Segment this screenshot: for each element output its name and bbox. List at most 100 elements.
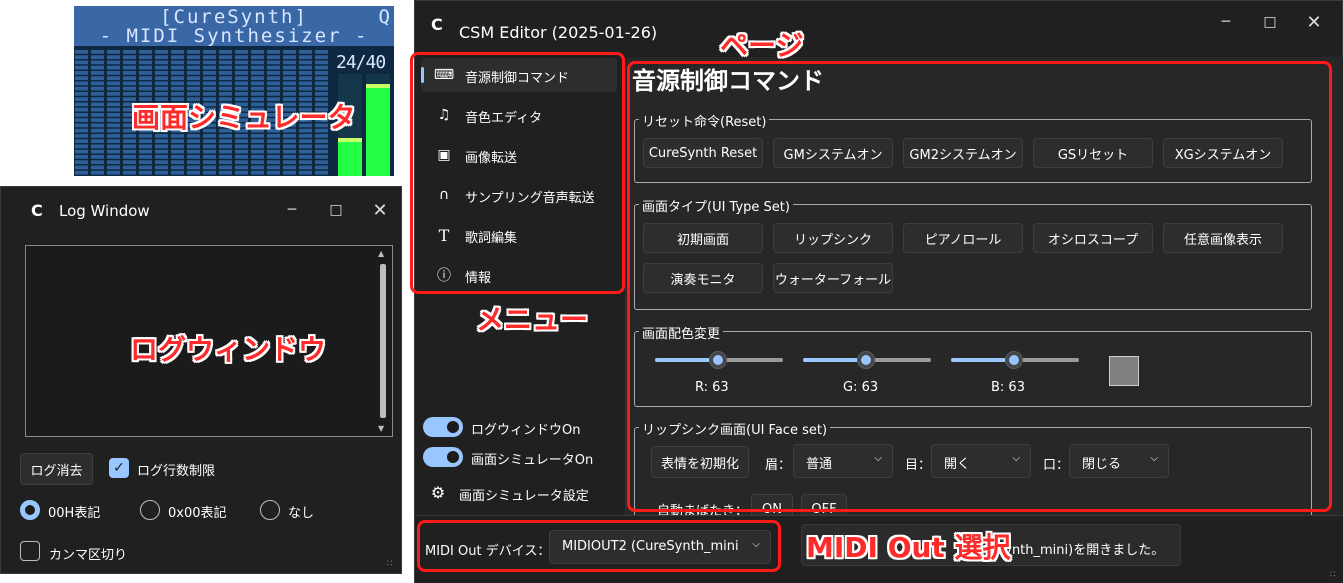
simulator-toggle[interactable] — [423, 447, 463, 467]
minimize-icon[interactable]: ─ — [1211, 7, 1241, 37]
comma-separator-checkbox[interactable] — [20, 541, 40, 561]
log-window-titlebar[interactable]: C Log Window ─ □ ✕ — [1, 187, 401, 235]
lcd-cell — [171, 160, 184, 164]
lcd-cell — [251, 55, 264, 59]
lcd-cell — [75, 50, 88, 54]
lcd-cell — [91, 102, 104, 107]
lcd-cell — [219, 139, 232, 143]
radio-none[interactable] — [260, 500, 280, 520]
log-scrollbar[interactable]: ▲ ▼ — [376, 248, 390, 434]
lcd-cell — [283, 86, 296, 91]
log-limit-checkbox[interactable]: ✓ — [109, 458, 129, 478]
lcd-cell — [139, 65, 152, 70]
lcd-cell — [171, 155, 184, 159]
lcd-cell — [315, 81, 328, 86]
lcd-cell — [299, 139, 312, 143]
lcd-cell — [203, 170, 216, 175]
lcd-cell — [91, 76, 104, 80]
lcd-cell — [107, 71, 120, 75]
lcd-cell — [171, 139, 184, 143]
lcd-cell — [267, 50, 280, 54]
lcd-cell — [219, 86, 232, 91]
lcd-cell — [235, 160, 248, 164]
radio-0x00[interactable] — [140, 500, 160, 520]
lcd-cell — [299, 144, 312, 149]
lcd-cell — [91, 170, 104, 175]
maximize-icon[interactable]: □ — [321, 195, 351, 225]
lcd-cell — [123, 155, 136, 159]
lcd-corner-glyph: Q — [378, 6, 390, 28]
lcd-cell — [299, 155, 312, 159]
lcd-cell — [107, 155, 120, 159]
lcd-cell — [123, 86, 136, 91]
lcd-cell — [203, 86, 216, 91]
lcd-cell — [235, 71, 248, 75]
log-window-toggle[interactable] — [423, 417, 463, 437]
lcd-cell — [235, 155, 248, 159]
lcd-cell — [91, 128, 104, 133]
lcd-cell — [91, 123, 104, 128]
resize-grip-icon[interactable]: ∷ — [387, 559, 397, 569]
radio-00h[interactable] — [20, 500, 40, 520]
lcd-cell — [187, 81, 200, 86]
lcd-cell — [107, 60, 120, 65]
lcd-cell — [91, 50, 104, 54]
lcd-cell — [139, 76, 152, 80]
lcd-cell — [315, 65, 328, 70]
lcd-cell — [139, 160, 152, 164]
log-window-title: Log Window — [59, 202, 150, 220]
comma-separator-label: カンマ区切り — [49, 548, 128, 563]
lcd-cell — [139, 50, 152, 54]
clear-log-button[interactable]: ログ消去 — [20, 453, 93, 485]
radio-0x00-label: 0x00表記 — [168, 506, 227, 521]
lcd-cell — [187, 139, 200, 143]
scrollbar-thumb[interactable] — [380, 264, 386, 418]
lcd-cell — [315, 155, 328, 159]
lcd-cell — [315, 149, 328, 154]
scroll-down-icon[interactable]: ▼ — [378, 424, 384, 433]
lcd-cell — [171, 165, 184, 170]
app-logo-icon: C — [31, 201, 43, 220]
lcd-cell — [123, 160, 136, 164]
scroll-up-icon[interactable]: ▲ — [378, 249, 384, 258]
lcd-cell — [91, 144, 104, 149]
lcd-cell — [75, 128, 88, 133]
simulator-annotation: 画面シミュレータ — [132, 101, 356, 134]
simulator-settings-link[interactable]: 画面シミュレータ設定 — [459, 485, 589, 504]
lcd-cell — [139, 165, 152, 170]
close-icon[interactable]: ✕ — [1299, 7, 1329, 37]
lcd-cell — [235, 170, 248, 175]
lcd-cell — [75, 149, 88, 154]
lcd-cell — [315, 139, 328, 143]
lcd-cell — [251, 160, 264, 164]
lcd-cell — [187, 71, 200, 75]
lcd-cell — [171, 65, 184, 70]
resize-grip-icon[interactable]: ∷ — [1330, 570, 1340, 580]
lcd-cell — [187, 65, 200, 70]
close-icon[interactable]: ✕ — [365, 195, 395, 225]
lcd-cell — [219, 160, 232, 164]
lcd-cell — [91, 165, 104, 170]
lcd-cell — [315, 76, 328, 80]
lcd-cell — [219, 50, 232, 54]
lcd-cell — [155, 170, 168, 175]
lcd-cell — [251, 149, 264, 154]
lcd-cell — [123, 144, 136, 149]
lcd-cell — [203, 60, 216, 65]
lcd-cell — [91, 81, 104, 86]
lcd-cell — [123, 81, 136, 86]
lcd-cell — [299, 65, 312, 70]
maximize-icon[interactable]: □ — [1255, 7, 1285, 37]
lcd-cell — [107, 128, 120, 133]
lcd-cell — [139, 60, 152, 65]
lcd-cell — [283, 155, 296, 159]
lcd-cell — [283, 139, 296, 143]
lcd-cell — [235, 81, 248, 86]
editor-titlebar[interactable]: C CSM Editor (2025-01-26) ─ □ ✕ — [415, 1, 1342, 49]
lcd-cell — [251, 76, 264, 80]
lcd-cell — [107, 165, 120, 170]
lcd-cell — [299, 149, 312, 154]
lcd-cell — [219, 165, 232, 170]
minimize-icon[interactable]: ─ — [277, 195, 307, 225]
lcd-cell — [187, 155, 200, 159]
